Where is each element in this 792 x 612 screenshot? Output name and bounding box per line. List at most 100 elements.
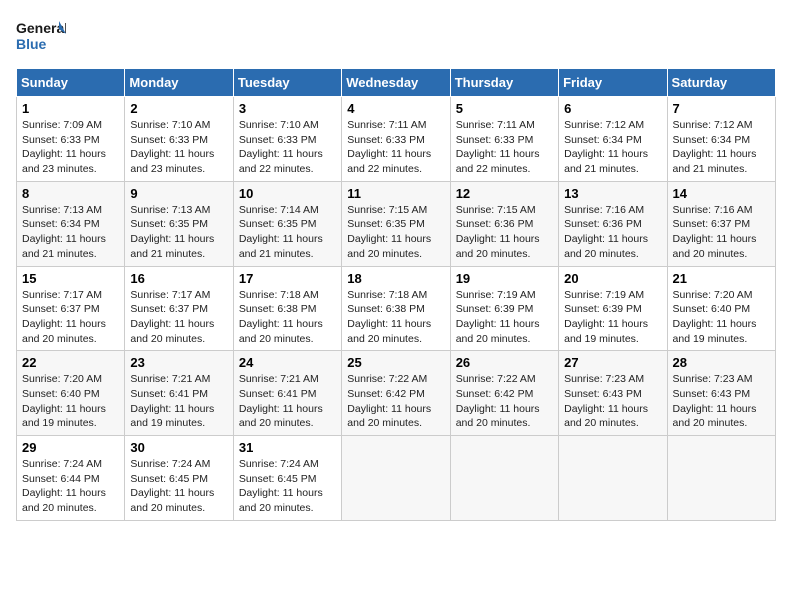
calendar-cell: 30 Sunrise: 7:24 AMSunset: 6:45 PMDaylig… bbox=[125, 436, 233, 521]
calendar-cell: 4 Sunrise: 7:11 AMSunset: 6:33 PMDayligh… bbox=[342, 97, 450, 182]
day-info: Sunrise: 7:11 AMSunset: 6:33 PMDaylight:… bbox=[347, 118, 444, 177]
day-number: 28 bbox=[673, 355, 770, 370]
day-info: Sunrise: 7:10 AMSunset: 6:33 PMDaylight:… bbox=[239, 118, 336, 177]
calendar-cell: 19 Sunrise: 7:19 AMSunset: 6:39 PMDaylig… bbox=[450, 266, 558, 351]
calendar-cell: 1 Sunrise: 7:09 AMSunset: 6:33 PMDayligh… bbox=[17, 97, 125, 182]
svg-text:General: General bbox=[16, 20, 66, 36]
day-info: Sunrise: 7:20 AMSunset: 6:40 PMDaylight:… bbox=[673, 288, 770, 347]
day-info: Sunrise: 7:12 AMSunset: 6:34 PMDaylight:… bbox=[673, 118, 770, 177]
day-number: 30 bbox=[130, 440, 227, 455]
day-number: 22 bbox=[22, 355, 119, 370]
day-number: 11 bbox=[347, 186, 444, 201]
weekday-header-sunday: Sunday bbox=[17, 69, 125, 97]
calendar-cell: 5 Sunrise: 7:11 AMSunset: 6:33 PMDayligh… bbox=[450, 97, 558, 182]
day-info: Sunrise: 7:17 AMSunset: 6:37 PMDaylight:… bbox=[22, 288, 119, 347]
day-info: Sunrise: 7:10 AMSunset: 6:33 PMDaylight:… bbox=[130, 118, 227, 177]
day-info: Sunrise: 7:15 AMSunset: 6:35 PMDaylight:… bbox=[347, 203, 444, 262]
day-info: Sunrise: 7:24 AMSunset: 6:45 PMDaylight:… bbox=[239, 457, 336, 516]
calendar-cell: 24 Sunrise: 7:21 AMSunset: 6:41 PMDaylig… bbox=[233, 351, 341, 436]
day-number: 12 bbox=[456, 186, 553, 201]
calendar-cell: 2 Sunrise: 7:10 AMSunset: 6:33 PMDayligh… bbox=[125, 97, 233, 182]
day-info: Sunrise: 7:09 AMSunset: 6:33 PMDaylight:… bbox=[22, 118, 119, 177]
weekday-header-friday: Friday bbox=[559, 69, 667, 97]
calendar-cell: 25 Sunrise: 7:22 AMSunset: 6:42 PMDaylig… bbox=[342, 351, 450, 436]
day-number: 19 bbox=[456, 271, 553, 286]
day-info: Sunrise: 7:21 AMSunset: 6:41 PMDaylight:… bbox=[130, 372, 227, 431]
calendar-cell: 14 Sunrise: 7:16 AMSunset: 6:37 PMDaylig… bbox=[667, 181, 775, 266]
day-info: Sunrise: 7:23 AMSunset: 6:43 PMDaylight:… bbox=[564, 372, 661, 431]
day-info: Sunrise: 7:22 AMSunset: 6:42 PMDaylight:… bbox=[456, 372, 553, 431]
day-number: 1 bbox=[22, 101, 119, 116]
weekday-header-tuesday: Tuesday bbox=[233, 69, 341, 97]
calendar-cell: 27 Sunrise: 7:23 AMSunset: 6:43 PMDaylig… bbox=[559, 351, 667, 436]
day-info: Sunrise: 7:18 AMSunset: 6:38 PMDaylight:… bbox=[239, 288, 336, 347]
day-info: Sunrise: 7:16 AMSunset: 6:36 PMDaylight:… bbox=[564, 203, 661, 262]
calendar-cell: 10 Sunrise: 7:14 AMSunset: 6:35 PMDaylig… bbox=[233, 181, 341, 266]
day-number: 27 bbox=[564, 355, 661, 370]
day-number: 5 bbox=[456, 101, 553, 116]
day-info: Sunrise: 7:24 AMSunset: 6:44 PMDaylight:… bbox=[22, 457, 119, 516]
calendar-cell: 21 Sunrise: 7:20 AMSunset: 6:40 PMDaylig… bbox=[667, 266, 775, 351]
day-info: Sunrise: 7:18 AMSunset: 6:38 PMDaylight:… bbox=[347, 288, 444, 347]
day-number: 21 bbox=[673, 271, 770, 286]
calendar-cell: 15 Sunrise: 7:17 AMSunset: 6:37 PMDaylig… bbox=[17, 266, 125, 351]
day-info: Sunrise: 7:17 AMSunset: 6:37 PMDaylight:… bbox=[130, 288, 227, 347]
day-info: Sunrise: 7:20 AMSunset: 6:40 PMDaylight:… bbox=[22, 372, 119, 431]
calendar-header: General Blue bbox=[16, 16, 776, 56]
calendar-cell: 23 Sunrise: 7:21 AMSunset: 6:41 PMDaylig… bbox=[125, 351, 233, 436]
day-number: 17 bbox=[239, 271, 336, 286]
day-number: 2 bbox=[130, 101, 227, 116]
day-info: Sunrise: 7:15 AMSunset: 6:36 PMDaylight:… bbox=[456, 203, 553, 262]
calendar-cell: 13 Sunrise: 7:16 AMSunset: 6:36 PMDaylig… bbox=[559, 181, 667, 266]
day-number: 7 bbox=[673, 101, 770, 116]
calendar-cell: 29 Sunrise: 7:24 AMSunset: 6:44 PMDaylig… bbox=[17, 436, 125, 521]
calendar-cell: 16 Sunrise: 7:17 AMSunset: 6:37 PMDaylig… bbox=[125, 266, 233, 351]
day-number: 6 bbox=[564, 101, 661, 116]
day-number: 25 bbox=[347, 355, 444, 370]
day-number: 31 bbox=[239, 440, 336, 455]
calendar-cell: 26 Sunrise: 7:22 AMSunset: 6:42 PMDaylig… bbox=[450, 351, 558, 436]
day-number: 8 bbox=[22, 186, 119, 201]
day-info: Sunrise: 7:13 AMSunset: 6:34 PMDaylight:… bbox=[22, 203, 119, 262]
day-number: 9 bbox=[130, 186, 227, 201]
calendar-cell: 8 Sunrise: 7:13 AMSunset: 6:34 PMDayligh… bbox=[17, 181, 125, 266]
calendar-cell: 11 Sunrise: 7:15 AMSunset: 6:35 PMDaylig… bbox=[342, 181, 450, 266]
day-number: 29 bbox=[22, 440, 119, 455]
calendar-cell: 18 Sunrise: 7:18 AMSunset: 6:38 PMDaylig… bbox=[342, 266, 450, 351]
day-info: Sunrise: 7:24 AMSunset: 6:45 PMDaylight:… bbox=[130, 457, 227, 516]
calendar-cell: 20 Sunrise: 7:19 AMSunset: 6:39 PMDaylig… bbox=[559, 266, 667, 351]
day-number: 15 bbox=[22, 271, 119, 286]
day-number: 13 bbox=[564, 186, 661, 201]
day-info: Sunrise: 7:19 AMSunset: 6:39 PMDaylight:… bbox=[456, 288, 553, 347]
day-number: 26 bbox=[456, 355, 553, 370]
day-info: Sunrise: 7:23 AMSunset: 6:43 PMDaylight:… bbox=[673, 372, 770, 431]
weekday-header-saturday: Saturday bbox=[667, 69, 775, 97]
day-info: Sunrise: 7:22 AMSunset: 6:42 PMDaylight:… bbox=[347, 372, 444, 431]
weekday-header-monday: Monday bbox=[125, 69, 233, 97]
day-number: 16 bbox=[130, 271, 227, 286]
logo: General Blue bbox=[16, 16, 66, 56]
svg-text:Blue: Blue bbox=[16, 36, 47, 52]
calendar-cell: 28 Sunrise: 7:23 AMSunset: 6:43 PMDaylig… bbox=[667, 351, 775, 436]
day-number: 3 bbox=[239, 101, 336, 116]
calendar-cell bbox=[342, 436, 450, 521]
day-number: 18 bbox=[347, 271, 444, 286]
calendar-cell bbox=[450, 436, 558, 521]
calendar-cell: 22 Sunrise: 7:20 AMSunset: 6:40 PMDaylig… bbox=[17, 351, 125, 436]
day-info: Sunrise: 7:19 AMSunset: 6:39 PMDaylight:… bbox=[564, 288, 661, 347]
day-number: 20 bbox=[564, 271, 661, 286]
logo-svg: General Blue bbox=[16, 16, 66, 56]
calendar-cell: 12 Sunrise: 7:15 AMSunset: 6:36 PMDaylig… bbox=[450, 181, 558, 266]
weekday-header-wednesday: Wednesday bbox=[342, 69, 450, 97]
calendar-cell: 17 Sunrise: 7:18 AMSunset: 6:38 PMDaylig… bbox=[233, 266, 341, 351]
calendar-table: SundayMondayTuesdayWednesdayThursdayFrid… bbox=[16, 68, 776, 521]
day-number: 14 bbox=[673, 186, 770, 201]
day-number: 24 bbox=[239, 355, 336, 370]
day-info: Sunrise: 7:11 AMSunset: 6:33 PMDaylight:… bbox=[456, 118, 553, 177]
day-info: Sunrise: 7:21 AMSunset: 6:41 PMDaylight:… bbox=[239, 372, 336, 431]
calendar-cell: 6 Sunrise: 7:12 AMSunset: 6:34 PMDayligh… bbox=[559, 97, 667, 182]
day-info: Sunrise: 7:14 AMSunset: 6:35 PMDaylight:… bbox=[239, 203, 336, 262]
calendar-cell: 9 Sunrise: 7:13 AMSunset: 6:35 PMDayligh… bbox=[125, 181, 233, 266]
calendar-cell: 31 Sunrise: 7:24 AMSunset: 6:45 PMDaylig… bbox=[233, 436, 341, 521]
weekday-header-thursday: Thursday bbox=[450, 69, 558, 97]
